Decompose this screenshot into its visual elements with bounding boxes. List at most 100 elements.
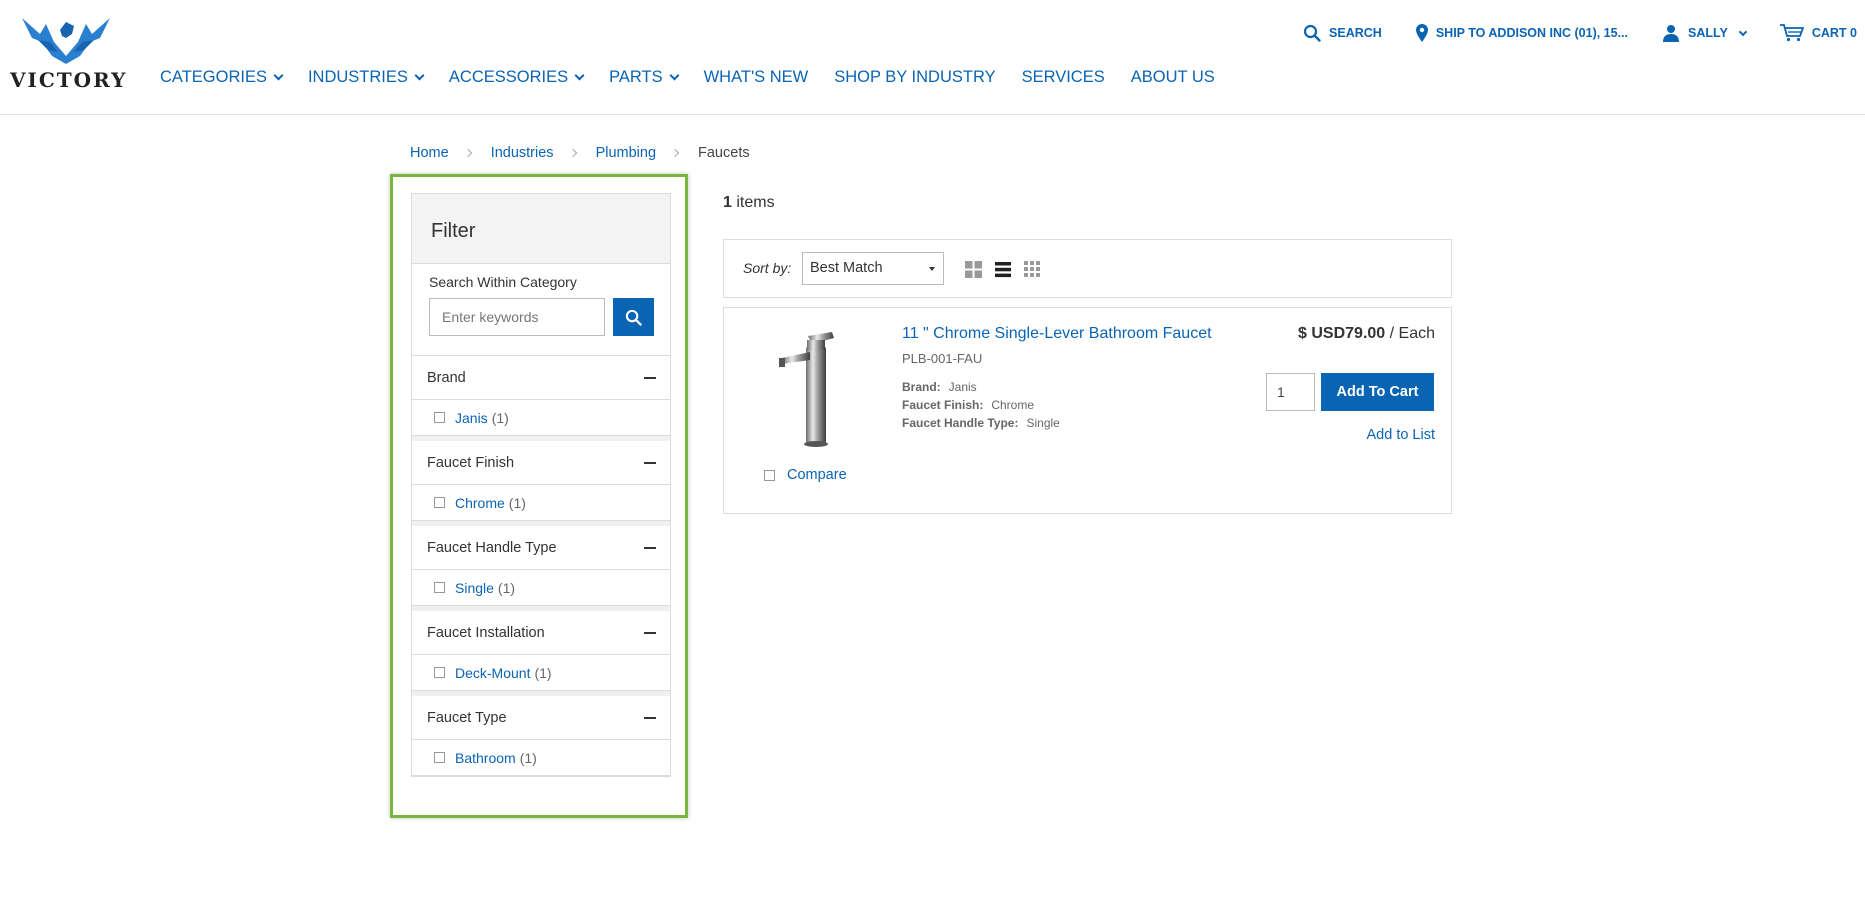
- nav-about-us[interactable]: ABOUT US: [1131, 68, 1215, 87]
- chevron-down-icon: [273, 70, 284, 81]
- product-sku: PLB-001-FAU: [902, 351, 983, 366]
- breadcrumb-current: Faucets: [698, 145, 750, 161]
- breadcrumb-plumbing[interactable]: Plumbing: [596, 145, 656, 161]
- facet-option-count: (1): [519, 749, 537, 766]
- filter-panel: Filter Search Within Category Brand Jani…: [411, 193, 671, 777]
- attribute-key: Faucet Handle Type:: [902, 416, 1019, 430]
- facet-faucet-installation: Faucet Installation Deck-Mount (1): [412, 606, 670, 691]
- attribute-key: Brand:: [902, 380, 941, 394]
- user-menu[interactable]: SALLY: [1662, 24, 1748, 42]
- facet-option-link[interactable]: Deck-Mount: [455, 665, 530, 681]
- compare-checkbox[interactable]: [764, 469, 775, 481]
- chevron-down-icon: [574, 70, 585, 81]
- logo-wordmark: VICTORY: [10, 68, 128, 92]
- facet-header[interactable]: Faucet Type: [412, 696, 670, 740]
- result-count-number: 1: [723, 194, 732, 211]
- ship-to-label: SHIP TO ADDISON INC (01), 15...: [1435, 26, 1629, 40]
- checkbox[interactable]: [434, 412, 445, 423]
- facet-header[interactable]: Faucet Finish: [412, 441, 670, 485]
- facet-header[interactable]: Faucet Handle Type: [412, 526, 670, 570]
- minus-icon: [644, 631, 656, 634]
- facet-faucet-finish: Faucet Finish Chrome (1): [412, 436, 670, 521]
- search-within-category: Search Within Category: [412, 264, 670, 356]
- checkbox[interactable]: [434, 667, 445, 678]
- sort-label: Sort by:: [743, 260, 792, 276]
- facet-title: Faucet Finish: [427, 454, 515, 471]
- keyword-search-button[interactable]: [613, 298, 654, 336]
- chevron-right-icon: [670, 148, 680, 158]
- list-view-icon[interactable]: [995, 261, 1011, 278]
- facet-option-count: (1): [534, 664, 552, 681]
- minus-icon: [644, 546, 656, 549]
- facet-option: Deck-Mount (1): [412, 655, 670, 690]
- minus-icon: [644, 461, 656, 464]
- sort-selected-value: Best Match: [810, 260, 883, 276]
- attribute-key: Faucet Finish:: [902, 398, 984, 412]
- nav-industries[interactable]: INDUSTRIES: [307, 68, 425, 87]
- checkbox[interactable]: [434, 497, 445, 508]
- breadcrumb-home[interactable]: Home: [410, 145, 449, 161]
- attribute-row: Faucet Finish: Chrome: [902, 396, 1060, 414]
- minus-icon: [644, 376, 656, 379]
- facet-option-link[interactable]: Bathroom: [455, 750, 516, 766]
- chevron-right-icon: [463, 148, 472, 158]
- chevron-down-icon: [1738, 27, 1748, 36]
- product-attributes: Brand: Janis Faucet Finish: Chrome Faucet …: [902, 378, 1060, 432]
- facet-title: Brand: [427, 369, 466, 386]
- nav-parts[interactable]: PARTS: [609, 68, 680, 87]
- nav-whats-new[interactable]: WHAT'S NEW: [704, 68, 809, 87]
- facet-option: Single (1): [412, 570, 670, 605]
- victory-logo[interactable]: VICTORY: [10, 10, 130, 94]
- search-link[interactable]: SEARCH: [1303, 24, 1382, 42]
- compare-link[interactable]: Compare: [787, 467, 847, 483]
- user-label: SALLY: [1688, 26, 1728, 40]
- keyword-search-input[interactable]: [429, 298, 605, 336]
- tile-view-icon[interactable]: [1024, 261, 1040, 277]
- facet-option-link[interactable]: Janis: [455, 410, 488, 426]
- nav-label: ACCESSORIES: [448, 68, 569, 86]
- facet-option: Janis (1): [412, 400, 670, 435]
- facet-option: Chrome (1): [412, 485, 670, 520]
- quantity-input[interactable]: [1266, 373, 1315, 411]
- compare-option[interactable]: Compare: [764, 467, 847, 483]
- product-card: Compare 11 " Chrome Single-Lever Bathroo…: [723, 307, 1452, 514]
- main-navigation: CATEGORIES INDUSTRIES ACCESSORIES PARTS …: [160, 68, 1241, 87]
- attribute-row: Faucet Handle Type: Single: [902, 414, 1060, 432]
- facet-header[interactable]: Brand: [412, 356, 670, 400]
- chevron-right-icon: [568, 148, 577, 158]
- attribute-row: Brand: Janis: [902, 378, 1060, 396]
- facet-faucet-type: Faucet Type Bathroom (1): [412, 691, 670, 776]
- site-header: VICTORY CATEGORIES INDUSTRIES ACCESSORIE…: [0, 0, 1865, 115]
- nav-label: SERVICES: [1021, 68, 1105, 86]
- nav-accessories[interactable]: ACCESSORIES: [448, 68, 585, 87]
- cart-icon: [1779, 24, 1804, 42]
- cart-link[interactable]: CART 0: [1779, 24, 1857, 42]
- nav-shop-by-industry[interactable]: SHOP BY INDUSTRY: [834, 68, 995, 87]
- checkbox[interactable]: [434, 582, 445, 593]
- sort-select[interactable]: Best Match: [802, 252, 944, 285]
- nav-label: PARTS: [609, 68, 663, 86]
- facet-option-link[interactable]: Single: [455, 580, 494, 596]
- nav-services[interactable]: SERVICES: [1022, 68, 1105, 87]
- minus-icon: [644, 716, 656, 719]
- nav-categories[interactable]: CATEGORIES: [160, 68, 284, 87]
- add-to-cart-button[interactable]: Add To Cart: [1321, 373, 1434, 411]
- ship-to-link[interactable]: SHIP TO ADDISON INC (01), 15...: [1415, 24, 1629, 42]
- facet-option-link[interactable]: Chrome: [455, 495, 505, 511]
- product-title-link[interactable]: 11 " Chrome Single-Lever Bathroom Faucet: [902, 325, 1212, 343]
- search-icon: [625, 309, 642, 326]
- checkbox[interactable]: [434, 752, 445, 763]
- add-to-list-link[interactable]: Add to List: [1366, 427, 1435, 443]
- breadcrumb-industries[interactable]: Industries: [491, 145, 554, 161]
- nav-label: SHOP BY INDUSTRY: [834, 68, 996, 86]
- search-icon: [1303, 24, 1321, 42]
- nav-label: WHAT'S NEW: [703, 68, 809, 86]
- nav-label: INDUSTRIES: [307, 68, 408, 86]
- sort-toolbar: Sort by: Best Match: [723, 239, 1452, 298]
- grid-view-icon[interactable]: [965, 261, 982, 278]
- facet-faucet-handle-type: Faucet Handle Type Single (1): [412, 521, 670, 606]
- product-image[interactable]: [774, 328, 844, 448]
- nav-label: ABOUT US: [1130, 68, 1215, 86]
- facet-header[interactable]: Faucet Installation: [412, 611, 670, 655]
- user-icon: [1663, 25, 1680, 42]
